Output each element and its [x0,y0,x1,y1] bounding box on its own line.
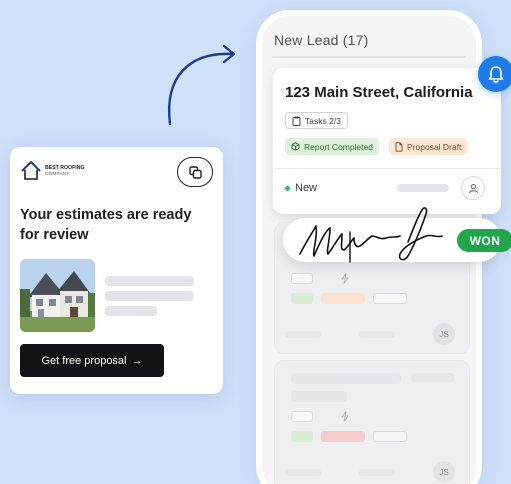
ghost-tasks-chip [291,411,313,422]
lead-status: New [295,182,318,194]
status-dot [285,186,290,191]
placeholder-bar [285,331,321,338]
report-completed-label: Report Completed [304,141,373,152]
bolt-icon [341,273,349,284]
cta-label: Get free proposal [41,354,127,367]
placeholder-bar [291,391,347,402]
logo-line-2: COMPANY [45,170,70,176]
report-completed-tag[interactable]: Report Completed [285,138,379,155]
ghost-tag [321,293,365,304]
copy-icon [188,165,202,179]
signature-icon [299,207,443,263]
won-badge: WON [457,229,511,252]
company-logo: BEST ROOFING COMPANY [20,159,84,181]
tasks-chip[interactable]: Tasks 2/3 [285,112,348,129]
ghost-assignee-avatar: JS [433,461,455,483]
arrow-right-icon: → [131,354,143,367]
estimate-headline: Your estimates are ready for review [20,207,192,243]
placeholder-bar [105,276,194,286]
tasks-label: Tasks 2/3 [305,115,341,126]
copy-button[interactable] [177,157,213,187]
bolt-icon [341,411,349,422]
ghost-assignee-avatar: JS [433,323,455,345]
notification-bell-button[interactable] [478,56,511,92]
column-divider [272,56,466,58]
ghost-tag [291,431,313,442]
ghost-tag [291,293,313,304]
lead-card[interactable]: 123 Main Street, California Tasks 2/3 Re… [273,68,501,214]
ghost-tag [373,431,407,442]
placeholder-bar [291,373,401,384]
logo-line-1: BEST ROOFING [45,164,85,171]
curved-arrow-icon [167,44,236,126]
placeholder-bar [359,469,395,476]
cube-icon [291,142,300,151]
document-icon [395,141,403,152]
placeholder-bar [285,469,321,476]
lead-card-divider [273,168,501,169]
get-free-proposal-button[interactable]: Get free proposal → [20,344,164,377]
ghost-tag [373,293,407,304]
ghost-lead-card[interactable]: JS [274,360,470,484]
ghost-tasks-chip [291,273,313,284]
house-logo-icon [21,161,41,180]
house-photo [20,259,95,332]
placeholder-bar [411,373,455,382]
user-icon [468,183,478,193]
clipboard-icon [292,116,301,126]
estimate-card: BEST ROOFING COMPANY Your estimates are … [10,147,223,394]
placeholder-bar [105,291,194,301]
placeholder-bar [105,306,157,316]
ghost-tag [321,431,365,442]
lead-address: 123 Main Street, California [285,84,473,101]
placeholder-bar [397,184,449,192]
proposal-draft-label: Proposal Draft [407,141,462,152]
column-title: New Lead (17) [274,32,369,48]
house-photo-icon [20,259,95,332]
bell-icon [488,65,504,83]
assignee-avatar[interactable] [461,176,485,200]
proposal-draft-tag[interactable]: Proposal Draft [389,138,468,155]
placeholder-bar [359,331,395,338]
